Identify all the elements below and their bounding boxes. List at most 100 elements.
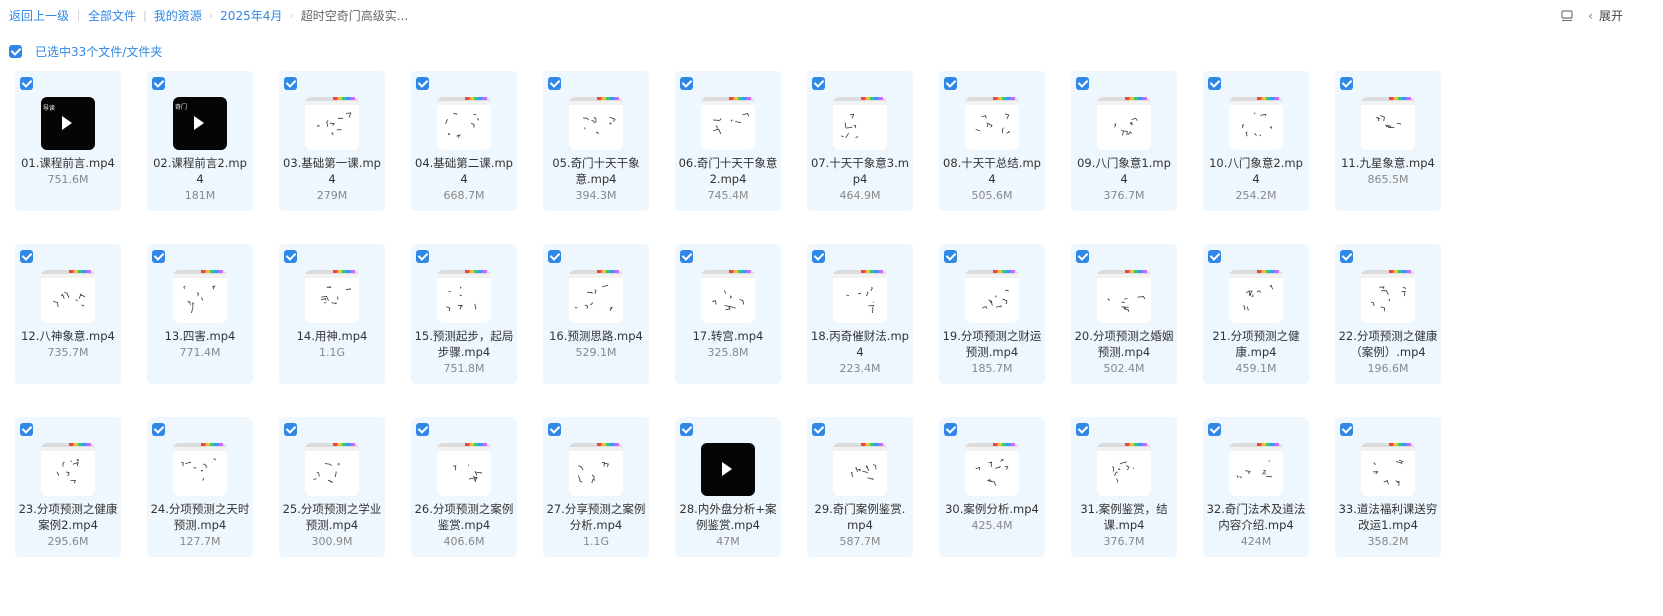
file-card[interactable]: 30.案例分析.mp4 425.4M [939,417,1045,557]
video-thumbnail[interactable] [305,270,359,323]
file-checkbox[interactable] [680,423,693,436]
file-card[interactable]: 08.十天干总结.mp4 505.6M [939,71,1045,211]
file-checkbox[interactable] [152,250,165,263]
chevron-left-icon[interactable]: ‹ [1588,9,1593,23]
video-thumbnail[interactable] [41,443,95,496]
video-thumbnail[interactable] [41,270,95,323]
file-card[interactable]: 24.分项预测之天时预测.mp4 127.7M [147,417,253,557]
video-thumbnail[interactable] [1361,97,1415,150]
video-thumbnail[interactable] [1097,443,1151,496]
file-checkbox[interactable] [548,77,561,90]
file-card[interactable]: 25.分项预测之学业预测.mp4 300.9M [279,417,385,557]
file-card[interactable]: 12.八神象意.mp4 735.7M [15,244,121,384]
file-checkbox[interactable] [1340,77,1353,90]
video-thumbnail[interactable] [965,443,1019,496]
file-checkbox[interactable] [1208,423,1221,436]
file-checkbox[interactable] [416,423,429,436]
video-thumbnail[interactable] [701,270,755,323]
breadcrumb-april-2025[interactable]: 2025年4月 [220,7,282,24]
video-thumbnail[interactable] [1229,270,1283,323]
list-view-icon[interactable] [1560,9,1574,23]
file-checkbox[interactable] [284,77,297,90]
select-all-checkbox[interactable] [9,45,22,58]
video-thumbnail[interactable] [1229,97,1283,150]
file-checkbox[interactable] [416,250,429,263]
file-card[interactable]: 33.道法福利课送穷改运1.mp4 358.2M [1335,417,1441,557]
video-thumbnail[interactable] [173,443,227,496]
video-thumbnail[interactable] [173,270,227,323]
video-thumbnail[interactable] [701,97,755,150]
video-thumbnail[interactable] [833,270,887,323]
file-card[interactable]: 05.奇门十天干象意.mp4 394.3M [543,71,649,211]
video-thumbnail[interactable] [437,443,491,496]
file-checkbox[interactable] [944,423,957,436]
file-checkbox[interactable] [812,77,825,90]
file-card[interactable]: 17.转宫.mp4 325.8M [675,244,781,384]
file-card[interactable]: 20.分项预测之婚姻预测.mp4 502.4M [1071,244,1177,384]
file-card[interactable]: 19.分项预测之财运预测.mp4 185.7M [939,244,1045,384]
video-thumbnail[interactable] [965,97,1019,150]
file-card[interactable]: 16.预测思路.mp4 529.1M [543,244,649,384]
file-checkbox[interactable] [680,77,693,90]
video-thumbnail[interactable] [569,443,623,496]
video-thumbnail[interactable] [965,270,1019,323]
video-thumbnail[interactable] [833,443,887,496]
breadcrumb-all-files[interactable]: 全部文件 [88,7,136,24]
file-checkbox[interactable] [20,250,33,263]
video-thumbnail[interactable]: 导读 [41,97,95,150]
file-checkbox[interactable] [1076,250,1089,263]
video-thumbnail[interactable] [437,97,491,150]
file-card[interactable]: 14.用神.mp4 1.1G [279,244,385,384]
file-card[interactable]: 奇门 02.课程前言2.mp4 181M [147,71,253,211]
video-thumbnail[interactable] [701,443,755,496]
file-card[interactable]: 18.丙奇催财法.mp4 223.4M [807,244,913,384]
file-checkbox[interactable] [1340,423,1353,436]
file-card[interactable]: 06.奇门十天干象意2.mp4 745.4M [675,71,781,211]
file-card[interactable]: 23.分项预测之健康案例2.mp4 295.6M [15,417,121,557]
file-card[interactable]: 03.基础第一课.mp4 279M [279,71,385,211]
file-card[interactable]: 31.案例鉴赏，结课.mp4 376.7M [1071,417,1177,557]
file-card[interactable]: 11.九星象意.mp4 865.5M [1335,71,1441,211]
file-checkbox[interactable] [548,250,561,263]
file-card[interactable]: 09.八门象意1.mp4 376.7M [1071,71,1177,211]
file-checkbox[interactable] [1208,250,1221,263]
video-thumbnail[interactable] [1361,443,1415,496]
file-checkbox[interactable] [1076,77,1089,90]
file-checkbox[interactable] [1076,423,1089,436]
video-thumbnail[interactable] [437,270,491,323]
file-checkbox[interactable] [284,250,297,263]
file-checkbox[interactable] [1340,250,1353,263]
file-checkbox[interactable] [812,423,825,436]
file-checkbox[interactable] [944,77,957,90]
video-thumbnail[interactable] [569,97,623,150]
file-checkbox[interactable] [1208,77,1221,90]
video-thumbnail[interactable] [1097,270,1151,323]
file-checkbox[interactable] [152,77,165,90]
back-link[interactable]: 返回上一级 [9,7,69,24]
file-card[interactable]: 15.预测起步，起局步骤.mp4 751.8M [411,244,517,384]
file-checkbox[interactable] [812,250,825,263]
file-checkbox[interactable] [152,423,165,436]
file-card[interactable]: 04.基础第二课.mp4 668.7M [411,71,517,211]
video-thumbnail[interactable] [305,443,359,496]
file-card[interactable]: 导读 01.课程前言.mp4 751.6M [15,71,121,211]
file-checkbox[interactable] [548,423,561,436]
video-thumbnail[interactable] [569,270,623,323]
breadcrumb-my-resources[interactable]: 我的资源 [154,7,202,24]
file-checkbox[interactable] [944,250,957,263]
expand-button[interactable]: 展开 [1599,7,1623,24]
file-checkbox[interactable] [20,77,33,90]
file-checkbox[interactable] [680,250,693,263]
file-card[interactable]: 13.四害.mp4 771.4M [147,244,253,384]
file-card[interactable]: 21.分项预测之健康.mp4 459.1M [1203,244,1309,384]
file-card[interactable]: 22.分项预测之健康（案例）.mp4 196.6M [1335,244,1441,384]
video-thumbnail[interactable]: 奇门 [173,97,227,150]
file-card[interactable]: 32.奇门法术及道法内容介绍.mp4 424M [1203,417,1309,557]
file-checkbox[interactable] [20,423,33,436]
file-card[interactable]: 27.分享预测之案例分析.mp4 1.1G [543,417,649,557]
file-card[interactable]: 29.奇门案例鉴赏.mp4 587.7M [807,417,913,557]
video-thumbnail[interactable] [305,97,359,150]
file-checkbox[interactable] [416,77,429,90]
file-card[interactable]: 26.分项预测之案例鉴赏.mp4 406.6M [411,417,517,557]
video-thumbnail[interactable] [1361,270,1415,323]
